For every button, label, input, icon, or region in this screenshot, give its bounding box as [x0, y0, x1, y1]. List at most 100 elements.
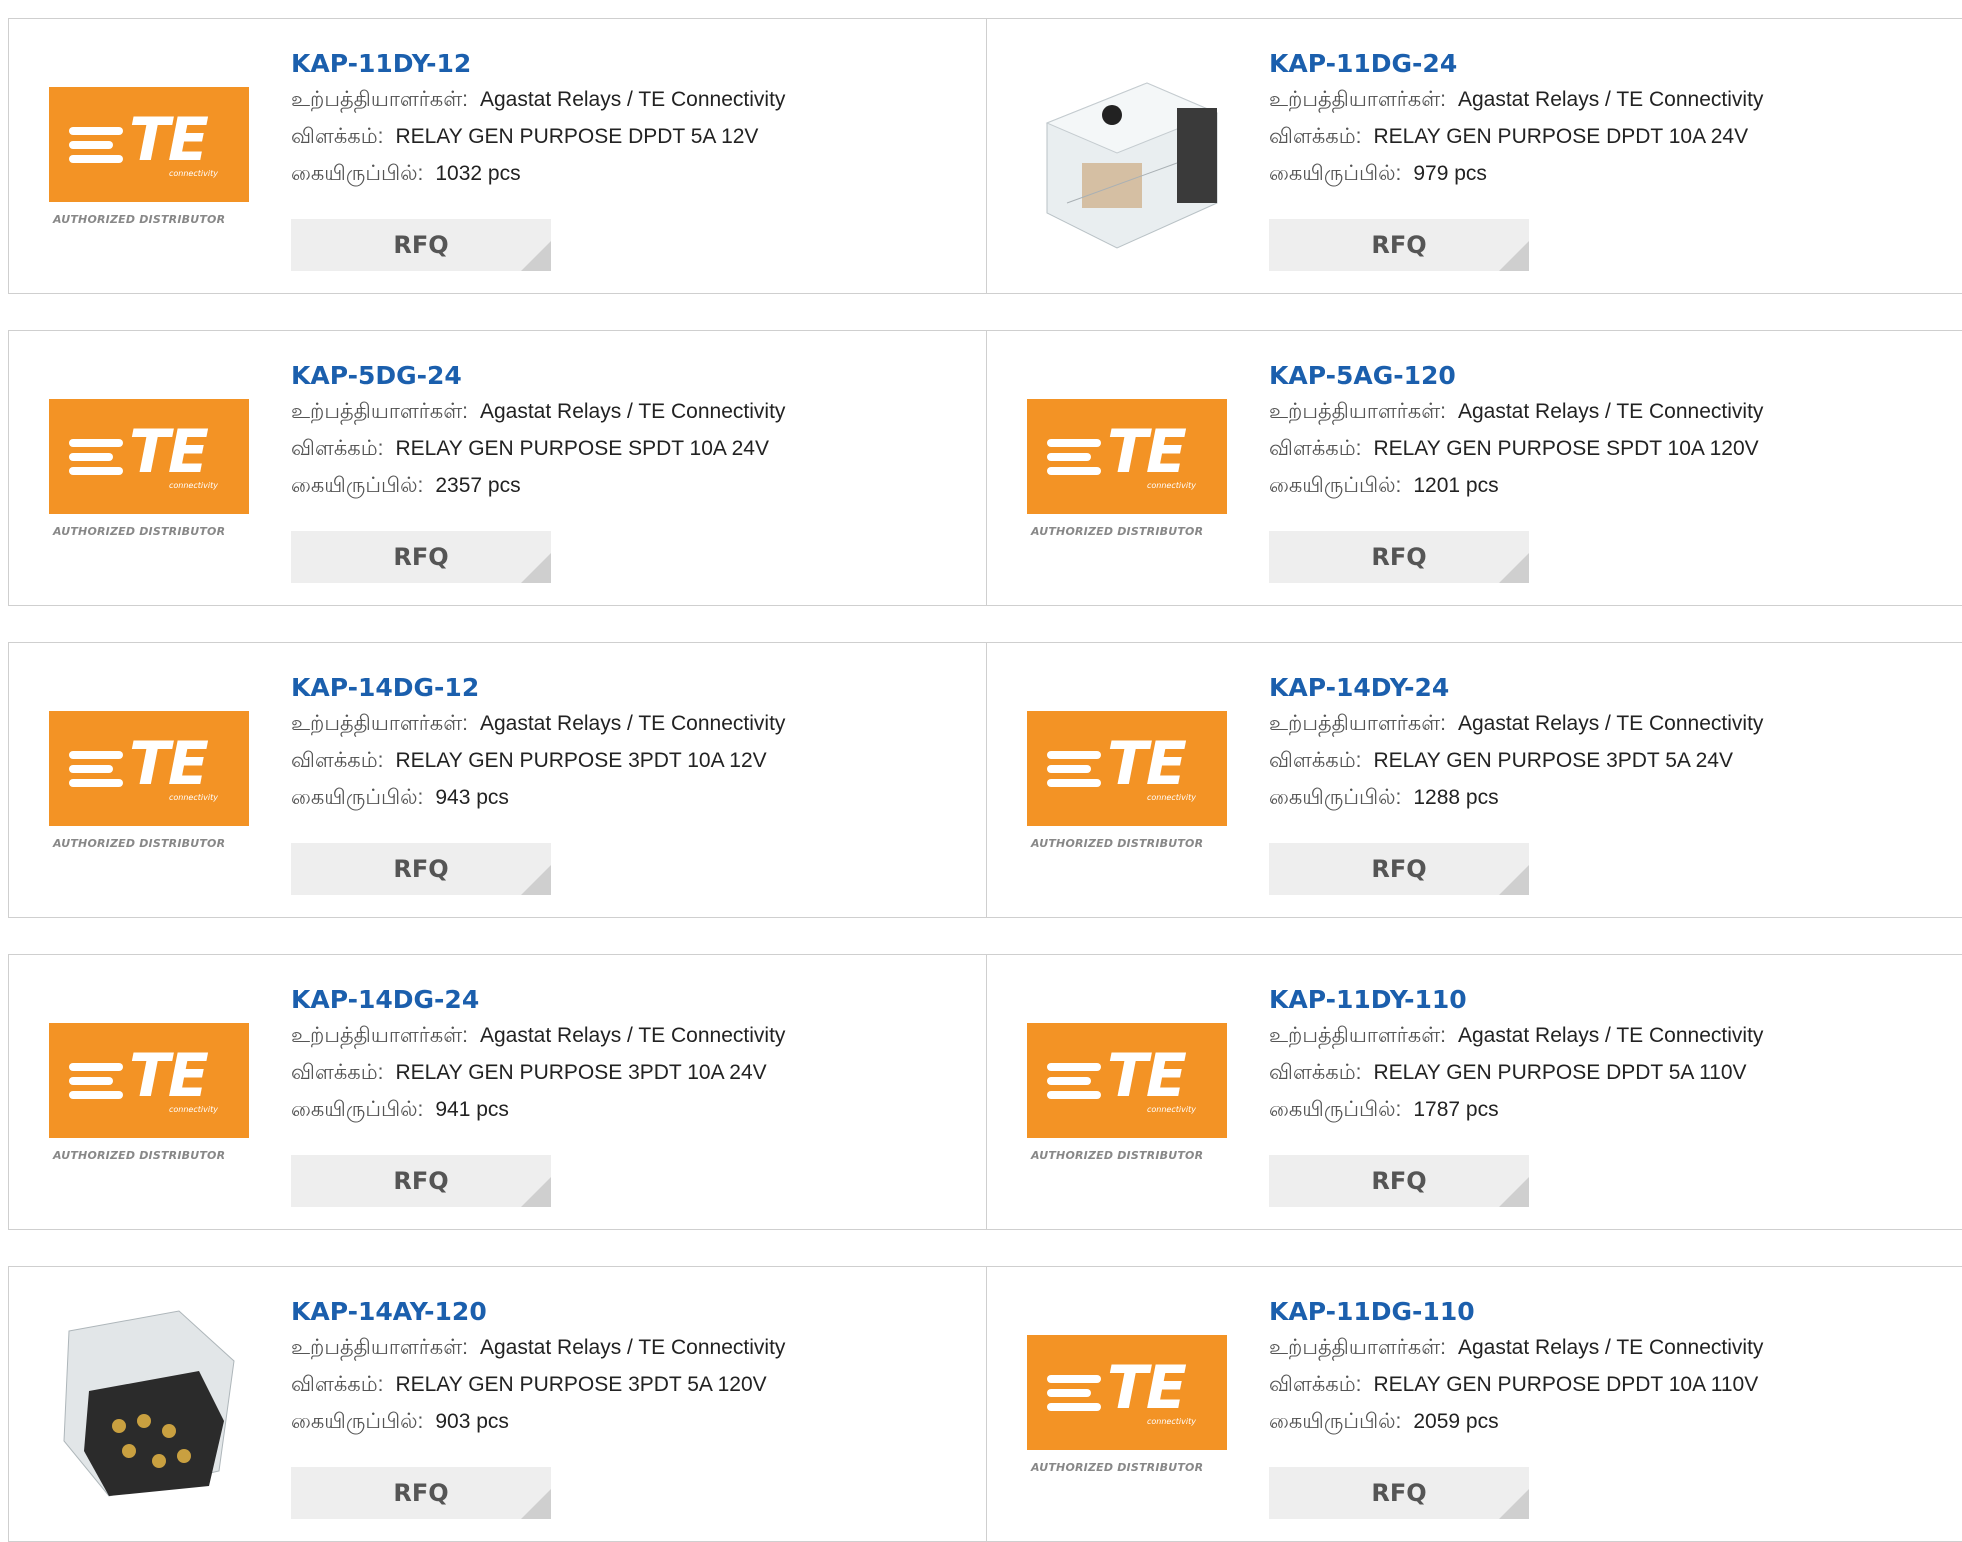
- te-logo-bar: [69, 155, 123, 163]
- rfq-button[interactable]: RFQ: [291, 531, 551, 583]
- description-row: விளக்கம்: RELAY GEN PURPOSE 3PDT 10A 24V: [291, 1054, 977, 1091]
- rfq-corner-fold: [1499, 553, 1529, 583]
- te-logo-bar: [69, 1063, 123, 1071]
- te-authorized-distributor-logo: TE connectivity AUTHORIZED DISTRIBUTOR: [49, 711, 249, 861]
- product-thumbnail[interactable]: TE connectivity AUTHORIZED DISTRIBUTOR: [1027, 677, 1227, 877]
- description-value: RELAY GEN PURPOSE 3PDT 5A 120V: [395, 1373, 767, 1396]
- stock-value: 979 pcs: [1413, 162, 1487, 185]
- part-number-link[interactable]: KAP-14DG-24: [291, 983, 977, 1017]
- rfq-corner-fold: [521, 241, 551, 271]
- product-info: KAP-14DY-24 உற்பத்தியாளர்கள்: Agastat Rela…: [1269, 671, 1962, 816]
- manufacturer-value: Agastat Relays / TE Connectivity: [479, 1336, 786, 1359]
- rfq-corner-fold: [1499, 241, 1529, 271]
- product-thumbnail[interactable]: [1027, 53, 1227, 253]
- description-row: விளக்கம்: RELAY GEN PURPOSE 3PDT 5A 120V: [291, 1366, 977, 1403]
- product-info: KAP-5AG-120 உற்பத்தியாளர்கள்: Agastat Rela…: [1269, 359, 1962, 504]
- description-label: விளக்கம்:: [1269, 1373, 1362, 1396]
- manufacturer-label: உற்பத்தியாளர்கள்:: [1269, 1024, 1446, 1047]
- stock-row: கையிருப்பில்: 941 pcs: [291, 1091, 977, 1128]
- product-info: KAP-14DG-12 உற்பத்தியாளர்கள்: Agastat Rela…: [291, 671, 977, 816]
- product-thumbnail[interactable]: TE connectivity AUTHORIZED DISTRIBUTOR: [49, 989, 249, 1189]
- part-number-link[interactable]: KAP-5DG-24: [291, 359, 977, 393]
- rfq-button[interactable]: RFQ: [1269, 531, 1529, 583]
- manufacturer-value: Agastat Relays / TE Connectivity: [479, 712, 786, 735]
- product-thumbnail[interactable]: TE connectivity AUTHORIZED DISTRIBUTOR: [49, 677, 249, 877]
- te-logo-bars-icon: [69, 1063, 123, 1099]
- te-logo-bar: [69, 439, 123, 447]
- rfq-button[interactable]: RFQ: [1269, 1467, 1529, 1519]
- manufacturer-value: Agastat Relays / TE Connectivity: [479, 1024, 786, 1047]
- te-logo-bars-icon: [1047, 751, 1101, 787]
- product-info: KAP-14AY-120 உற்பத்தியாளர்கள்: Agastat Rel…: [291, 1295, 977, 1440]
- te-logo-bar: [69, 751, 123, 759]
- product-thumbnail[interactable]: TE connectivity AUTHORIZED DISTRIBUTOR: [49, 365, 249, 565]
- description-value: RELAY GEN PURPOSE DPDT 10A 110V: [1373, 1373, 1759, 1396]
- stock-label: கையிருப்பில்:: [291, 474, 424, 497]
- authorized-distributor-text: AUTHORIZED DISTRIBUTOR: [53, 837, 226, 850]
- stock-row: கையிருப்பில்: 979 pcs: [1269, 155, 1962, 192]
- authorized-distributor-text: AUTHORIZED DISTRIBUTOR: [1031, 1149, 1204, 1162]
- description-value: RELAY GEN PURPOSE 3PDT 5A 24V: [1373, 749, 1733, 772]
- part-number-link[interactable]: KAP-11DY-110: [1269, 983, 1962, 1017]
- part-number-link[interactable]: KAP-5AG-120: [1269, 359, 1962, 393]
- rfq-button[interactable]: RFQ: [291, 1467, 551, 1519]
- manufacturer-row: உற்பத்தியாளர்கள்: Agastat Relays / TE Con…: [1269, 1017, 1962, 1054]
- stock-row: கையிருப்பில்: 1787 pcs: [1269, 1091, 1962, 1128]
- description-value: RELAY GEN PURPOSE DPDT 10A 24V: [1373, 125, 1749, 148]
- part-number-link[interactable]: KAP-11DG-24: [1269, 47, 1962, 81]
- manufacturer-row: உற்பத்தியாளர்கள்: Agastat Relays / TE Con…: [291, 1329, 977, 1366]
- te-logo-bars-icon: [69, 751, 123, 787]
- manufacturer-label: உற்பத்தியாளர்கள்:: [291, 400, 468, 423]
- part-number-link[interactable]: KAP-11DY-12: [291, 47, 977, 81]
- te-logo-badge: TE connectivity: [49, 87, 249, 202]
- description-row: விளக்கம்: RELAY GEN PURPOSE 3PDT 5A 24V: [1269, 742, 1962, 779]
- product-thumbnail[interactable]: [49, 1301, 249, 1501]
- rfq-button[interactable]: RFQ: [291, 1155, 551, 1207]
- stock-label: கையிருப்பில்:: [291, 162, 424, 185]
- te-logo-bar: [1047, 453, 1091, 461]
- product-info: KAP-14DG-24 உற்பத்தியாளர்கள்: Agastat Rela…: [291, 983, 977, 1128]
- te-authorized-distributor-logo: TE connectivity AUTHORIZED DISTRIBUTOR: [49, 399, 249, 549]
- stock-label: கையிருப்பில்:: [291, 1410, 424, 1433]
- stock-label: கையிருப்பில்:: [1269, 1098, 1402, 1121]
- stock-label: கையிருப்பில்:: [291, 786, 424, 809]
- part-number-link[interactable]: KAP-14AY-120: [291, 1295, 977, 1329]
- te-logo-bar: [1047, 751, 1101, 759]
- rfq-corner-fold: [1499, 1489, 1529, 1519]
- te-logo-bar: [1047, 1375, 1101, 1383]
- te-logo-bar: [1047, 765, 1091, 773]
- rfq-button[interactable]: RFQ: [291, 843, 551, 895]
- product-card: TE connectivity AUTHORIZED DISTRIBUTOR KAP-…: [8, 954, 988, 1230]
- te-logo-tagline: connectivity: [1147, 1417, 1196, 1426]
- rfq-button[interactable]: RFQ: [291, 219, 551, 271]
- te-logo-bar: [69, 467, 123, 475]
- te-logo-tagline: connectivity: [1147, 793, 1196, 802]
- stock-value: 941 pcs: [435, 1098, 509, 1121]
- manufacturer-label: உற்பத்தியாளர்கள்:: [291, 1024, 468, 1047]
- manufacturer-row: உற்பத்தியாளர்கள்: Agastat Relays / TE Con…: [1269, 393, 1962, 430]
- rfq-button[interactable]: RFQ: [1269, 1155, 1529, 1207]
- stock-label: கையிருப்பில்:: [1269, 786, 1402, 809]
- authorized-distributor-text: AUTHORIZED DISTRIBUTOR: [53, 1149, 226, 1162]
- description-row: விளக்கம்: RELAY GEN PURPOSE DPDT 5A 110V: [1269, 1054, 1962, 1091]
- product-thumbnail[interactable]: TE connectivity AUTHORIZED DISTRIBUTOR: [1027, 989, 1227, 1189]
- te-logo-bar: [69, 765, 113, 773]
- part-number-link[interactable]: KAP-11DG-110: [1269, 1295, 1962, 1329]
- rfq-button[interactable]: RFQ: [1269, 219, 1529, 271]
- rfq-button[interactable]: RFQ: [1269, 843, 1529, 895]
- te-logo-tagline: connectivity: [169, 1105, 218, 1114]
- manufacturer-label: உற்பத்தியாளர்கள்:: [291, 88, 468, 111]
- description-label: விளக்கம்:: [291, 1373, 384, 1396]
- part-number-link[interactable]: KAP-14DG-12: [291, 671, 977, 705]
- part-number-link[interactable]: KAP-14DY-24: [1269, 671, 1962, 705]
- stock-row: கையிருப்பில்: 2357 pcs: [291, 467, 977, 504]
- product-thumbnail[interactable]: TE connectivity AUTHORIZED DISTRIBUTOR: [1027, 365, 1227, 565]
- description-label: விளக்கம்:: [291, 437, 384, 460]
- authorized-distributor-text: AUTHORIZED DISTRIBUTOR: [53, 525, 226, 538]
- manufacturer-row: உற்பத்தியாளர்கள்: Agastat Relays / TE Con…: [291, 705, 977, 742]
- product-thumbnail[interactable]: TE connectivity AUTHORIZED DISTRIBUTOR: [1027, 1301, 1227, 1501]
- te-logo-badge: TE connectivity: [1027, 1023, 1227, 1138]
- te-logo-wordmark: TE: [1107, 729, 1187, 799]
- te-logo-wordmark: TE: [1107, 417, 1187, 487]
- product-thumbnail[interactable]: TE connectivity AUTHORIZED DISTRIBUTOR: [49, 53, 249, 253]
